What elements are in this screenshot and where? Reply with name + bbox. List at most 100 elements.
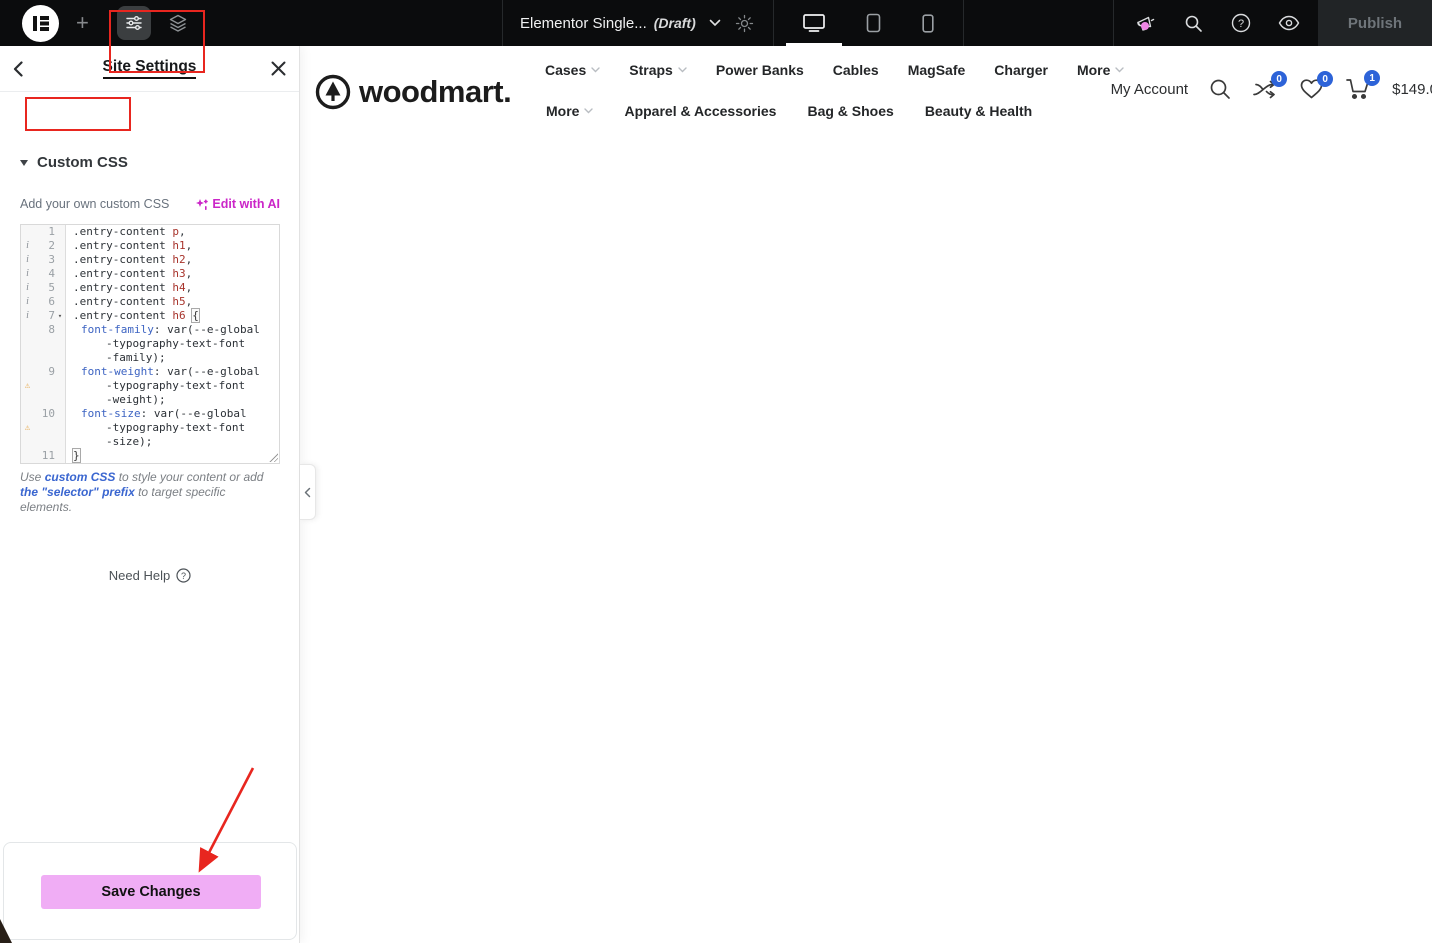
code-gutter: i3 — [21, 253, 66, 267]
code-line[interactable]: 9font-weight: var(--e-global — [21, 365, 279, 379]
panel-collapse-handle[interactable] — [300, 464, 316, 520]
help-icon: ? — [1231, 13, 1251, 33]
gutter-spacer — [55, 407, 65, 421]
code-token-val: var(--e-global — [167, 365, 260, 378]
custom-css-link[interactable]: custom CSS — [45, 470, 116, 484]
back-button[interactable] — [13, 61, 23, 77]
close-panel-button[interactable] — [271, 61, 286, 76]
chevron-down-icon — [1115, 67, 1124, 73]
code-line[interactable]: 8font-family: var(--e-global — [21, 323, 279, 337]
code-line[interactable]: 11} — [21, 449, 279, 463]
nav-item-label: More — [1077, 62, 1110, 78]
fold-caret-icon[interactable]: ▾ — [55, 309, 65, 323]
nav-item-cases[interactable]: Cases — [545, 62, 600, 78]
code-line[interactable]: -size); — [21, 435, 279, 449]
elementor-logo[interactable] — [22, 0, 59, 46]
code-gutter: 10 — [21, 407, 66, 421]
help-button[interactable]: ? — [1218, 0, 1264, 46]
code-line[interactable]: i4.entry-content h3, — [21, 267, 279, 281]
code-line[interactable]: -typography-text-font — [21, 337, 279, 351]
nav-item-straps[interactable]: Straps — [629, 62, 687, 78]
code-line[interactable]: i7▾.entry-content h6 { — [21, 309, 279, 323]
device-tablet-button[interactable] — [845, 0, 901, 46]
gutter-spacer — [21, 225, 34, 239]
code-text: -typography-text-font — [66, 379, 245, 393]
nav-item-more[interactable]: More — [546, 103, 593, 119]
document-settings-button[interactable] — [735, 0, 754, 46]
woodmart-tree-icon — [315, 74, 351, 110]
add-element-button[interactable]: + — [76, 0, 89, 46]
code-line[interactable]: i5.entry-content h4, — [21, 281, 279, 295]
search-icon — [1184, 14, 1203, 33]
whats-new-button[interactable] — [1122, 0, 1168, 46]
line-number — [34, 393, 55, 407]
code-text: -family); — [66, 351, 166, 365]
code-line[interactable]: ⚠-typography-text-font — [21, 421, 279, 435]
nav-item-label: Straps — [629, 62, 673, 78]
preview-button[interactable] — [1266, 0, 1312, 46]
nav-item-charger[interactable]: Charger — [994, 62, 1048, 78]
chevron-down-icon — [709, 19, 721, 27]
custom-css-code-editor[interactable]: 1.entry-content p,i2.entry-content h1,i3… — [20, 224, 280, 464]
save-changes-button[interactable]: Save Changes — [41, 875, 261, 909]
need-help-link[interactable]: Need Help ? — [0, 568, 300, 583]
compare-button[interactable]: 0 — [1252, 78, 1278, 100]
code-gutter: ⚠ — [21, 379, 66, 393]
document-title-switcher[interactable]: Elementor Single... (Draft) — [520, 0, 721, 46]
custom-css-section-toggle[interactable]: Custom CSS — [20, 154, 128, 171]
gutter-spacer — [21, 449, 34, 463]
nav-item-bag-shoes[interactable]: Bag & Shoes — [807, 103, 893, 119]
gutter-spacer — [55, 393, 65, 407]
shop-search-button[interactable] — [1209, 78, 1231, 100]
code-line[interactable]: -weight); — [21, 393, 279, 407]
gutter-spacer — [21, 407, 34, 421]
svg-text:?: ? — [1238, 18, 1244, 30]
nav-item-label: Power Banks — [716, 62, 804, 78]
active-device-indicator — [786, 43, 842, 46]
code-line[interactable]: i3.entry-content h2, — [21, 253, 279, 267]
structure-navigator-button[interactable] — [168, 0, 188, 46]
nav-item-power-banks[interactable]: Power Banks — [716, 62, 804, 78]
cart-count-badge: 1 — [1364, 70, 1380, 86]
my-account-link[interactable]: My Account — [1111, 81, 1189, 98]
woodmart-logo[interactable]: woodmart. — [315, 74, 511, 110]
device-desktop-button[interactable] — [786, 0, 842, 46]
nav-item-beauty-health[interactable]: Beauty & Health — [925, 103, 1032, 119]
desktop-icon — [802, 13, 826, 33]
gutter-spacer — [21, 435, 34, 449]
code-token-pln: , — [186, 267, 193, 280]
code-line[interactable]: i2.entry-content h1, — [21, 239, 279, 253]
finder-search-button[interactable] — [1170, 0, 1216, 46]
code-line[interactable]: ⚠-typography-text-font — [21, 379, 279, 393]
nav-item-more[interactable]: More — [1077, 62, 1124, 78]
code-token-tag: h3 — [172, 267, 185, 280]
code-line[interactable]: i6.entry-content h5, — [21, 295, 279, 309]
code-gutter: i7▾ — [21, 309, 66, 323]
code-line[interactable]: -family); — [21, 351, 279, 365]
line-number: 8 — [34, 323, 55, 337]
nav-item-label: MagSafe — [908, 62, 966, 78]
nav-item-magsafe[interactable]: MagSafe — [908, 62, 966, 78]
cart-button[interactable]: 1 — [1345, 77, 1371, 101]
code-gutter — [21, 435, 66, 449]
wishlist-button[interactable]: 0 — [1299, 78, 1324, 100]
selector-prefix-link[interactable]: the "selector" prefix — [20, 485, 135, 499]
code-gutter: ⚠ — [21, 421, 66, 435]
nav-item-apparel-accessories[interactable]: Apparel & Accessories — [624, 103, 776, 119]
code-line[interactable]: 10font-size: var(--e-global — [21, 407, 279, 421]
publish-button[interactable]: Publish — [1318, 0, 1432, 46]
megaphone-icon — [1135, 13, 1156, 33]
code-gutter — [21, 337, 66, 351]
code-gutter: 8 — [21, 323, 66, 337]
nav-item-cables[interactable]: Cables — [833, 62, 879, 78]
edit-with-ai-button[interactable]: Edit with AI — [195, 197, 280, 211]
device-mobile-button[interactable] — [900, 0, 956, 46]
site-settings-button[interactable] — [117, 0, 151, 46]
nav-item-label: Beauty & Health — [925, 103, 1032, 119]
code-text: font-weight: var(--e-global — [66, 365, 260, 379]
code-text: } — [66, 449, 80, 463]
code-line[interactable]: 1.entry-content p, — [21, 225, 279, 239]
topbar-divider — [773, 0, 774, 46]
info-icon: i — [21, 239, 34, 253]
code-token-pln: , — [186, 253, 193, 266]
